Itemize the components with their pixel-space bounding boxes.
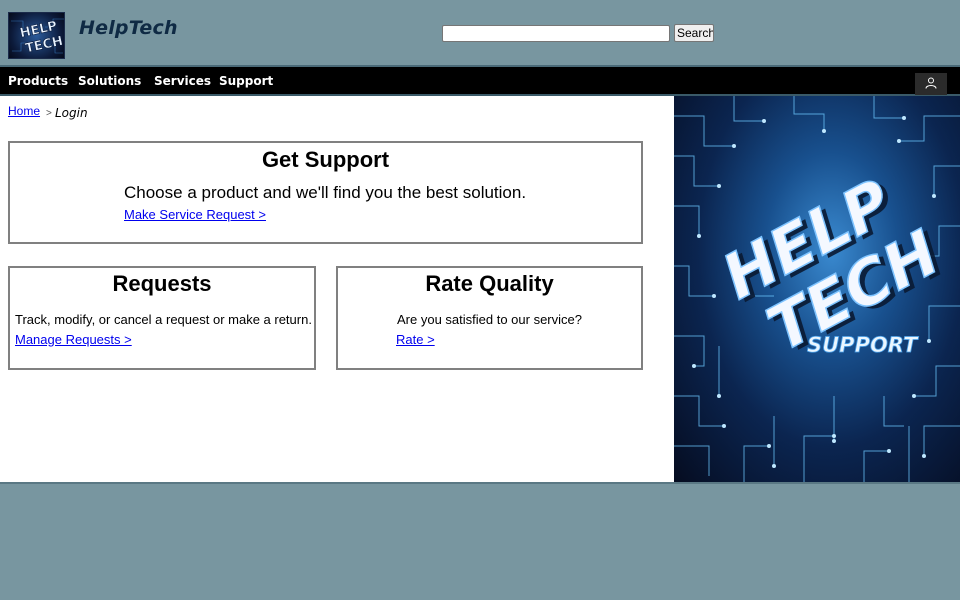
main-content: Home > Login Get Support Choose a produc… bbox=[0, 96, 674, 482]
user-account-button[interactable] bbox=[915, 73, 947, 95]
nav-item-support[interactable]: Support bbox=[219, 74, 273, 88]
get-support-text: Choose a product and we'll find you the … bbox=[124, 183, 527, 202]
helptech-logo-image[interactable]: HELP TECH bbox=[8, 12, 65, 59]
rate-quality-text: Are you satisfied to our service? bbox=[397, 312, 582, 327]
nav-item-services[interactable]: Services bbox=[154, 74, 211, 88]
site-header: HELP TECH HelpTech Search bbox=[0, 0, 960, 65]
requests-title: Requests bbox=[112, 271, 212, 296]
requests-card: Requests Track, modify, or cancel a requ… bbox=[8, 266, 316, 370]
rate-link[interactable]: Rate > bbox=[396, 332, 435, 347]
rate-quality-card: Rate Quality Are you satisfied to our se… bbox=[336, 266, 643, 370]
breadcrumb: Home > Login bbox=[8, 104, 88, 120]
nav-item-solutions[interactable]: Solutions bbox=[78, 74, 141, 88]
breadcrumb-separator: > bbox=[46, 108, 52, 119]
breadcrumb-home-link[interactable]: Home bbox=[8, 104, 40, 118]
user-icon bbox=[925, 77, 937, 89]
nav-item-products[interactable]: Products bbox=[8, 74, 68, 88]
search-input[interactable] bbox=[442, 25, 670, 42]
make-service-request-link[interactable]: Make Service Request > bbox=[124, 207, 266, 222]
main-navbar: Products Solutions Services Support bbox=[0, 65, 960, 96]
breadcrumb-current: Login bbox=[55, 106, 88, 120]
site-name: HelpTech bbox=[79, 17, 178, 39]
helptech-support-banner: HELP HELP TECH TECH SUPPORT bbox=[674, 96, 960, 482]
get-support-title: Get Support bbox=[261, 147, 390, 172]
get-support-card: Get Support Choose a product and we'll f… bbox=[8, 141, 643, 244]
rate-quality-title: Rate Quality bbox=[425, 271, 554, 296]
manage-requests-link[interactable]: Manage Requests > bbox=[15, 332, 132, 347]
footer-divider bbox=[0, 482, 960, 484]
search-button[interactable]: Search bbox=[674, 24, 714, 42]
banner-support-text: SUPPORT bbox=[807, 333, 919, 357]
requests-text: Track, modify, or cancel a request or ma… bbox=[15, 312, 312, 327]
